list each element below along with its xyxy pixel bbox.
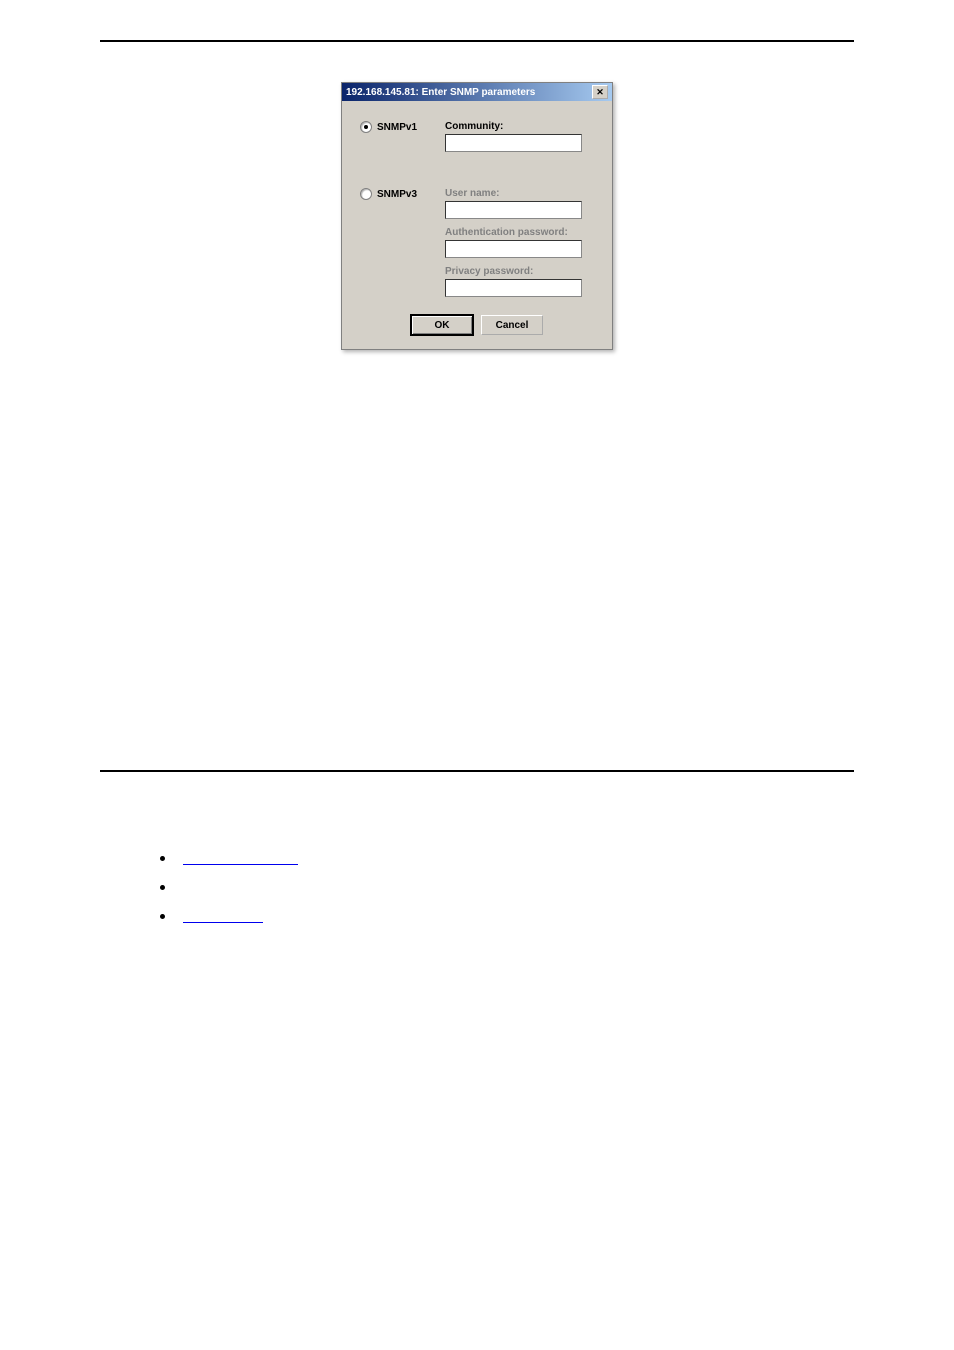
username-label: User name: bbox=[445, 188, 594, 199]
snmpv3-radio-label: SNMPv3 bbox=[377, 189, 417, 200]
snmp-parameters-dialog: 192.168.145.81: Enter SNMP parameters ✕ … bbox=[341, 82, 613, 350]
close-button[interactable]: ✕ bbox=[592, 85, 608, 99]
auth-password-label: Authentication password: bbox=[445, 227, 594, 238]
close-icon: ✕ bbox=[596, 88, 604, 97]
dialog-titlebar: 192.168.145.81: Enter SNMP parameters ✕ bbox=[342, 83, 612, 101]
section-divider bbox=[100, 770, 854, 772]
list-item bbox=[160, 852, 854, 865]
snmpv1-radio[interactable] bbox=[360, 121, 372, 133]
cancel-button[interactable]: Cancel bbox=[481, 315, 543, 335]
community-label: Community: bbox=[445, 121, 594, 132]
privacy-password-label: Privacy password: bbox=[445, 266, 594, 277]
bullet-icon bbox=[160, 914, 165, 919]
dialog-title: 192.168.145.81: Enter SNMP parameters bbox=[346, 87, 535, 98]
link-list bbox=[160, 852, 854, 923]
ok-button[interactable]: OK bbox=[411, 315, 473, 335]
ok-button-label: OK bbox=[435, 320, 450, 331]
community-input[interactable] bbox=[445, 134, 582, 152]
snmpv1-radio-label: SNMPv1 bbox=[377, 122, 417, 133]
list-item bbox=[160, 910, 854, 923]
top-divider bbox=[100, 40, 854, 42]
username-input bbox=[445, 201, 582, 219]
link-item-3[interactable] bbox=[183, 910, 263, 923]
link-item-1[interactable] bbox=[183, 852, 298, 865]
bullet-icon bbox=[160, 885, 165, 890]
bullet-icon bbox=[160, 856, 165, 861]
auth-password-input bbox=[445, 240, 582, 258]
cancel-button-label: Cancel bbox=[496, 320, 529, 331]
privacy-password-input bbox=[445, 279, 582, 297]
list-item bbox=[160, 885, 854, 890]
snmpv3-radio[interactable] bbox=[360, 188, 372, 200]
